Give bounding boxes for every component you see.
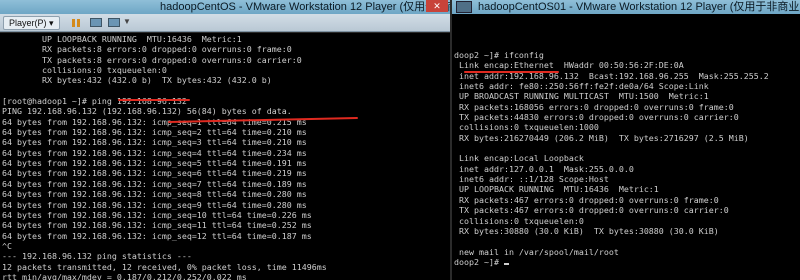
terminal-line: PING 192.168.96.132 (192.168.96.132) 56(… [2, 106, 292, 117]
terminal-line: UP BROADCAST RUNNING MULTICAST MTU:1500 … [454, 91, 709, 102]
terminal-line: RX packets:168056 errors:0 dropped:0 ove… [454, 101, 734, 112]
terminal-cursor [503, 262, 509, 265]
terminal-line: 64 bytes from 192.168.96.132: icmp_seq=1… [2, 220, 312, 231]
toolbar-left: Player(P) ▾ ▼ [0, 14, 450, 32]
terminal-line: doop2 ~]# ifconfig [454, 50, 544, 60]
terminal-line: --- 192.168.96.132 ping statistics --- [2, 251, 192, 262]
terminal-line: [root@hadoop1 ~]# ping 192.168.96.132 [2, 96, 187, 107]
close-icon[interactable]: ✕ [426, 0, 448, 12]
fullscreen-icon[interactable] [108, 18, 120, 27]
terminal-line: 64 bytes from 192.168.96.132: icmp_seq=1… [2, 116, 307, 127]
terminal-line: 64 bytes from 192.168.96.132: icmp_seq=1… [2, 230, 312, 241]
vm-window-right: hadoopCentOS01 - VMware Workstation 12 P… [452, 0, 800, 280]
vm-window-left: hadoopCentOS - VMware Workstation 12 Pla… [0, 0, 450, 280]
terminal-line: 12 packets transmitted, 12 received, 0% … [2, 261, 327, 272]
terminal-line: UP LOOPBACK RUNNING MTU:16436 Metric:1 [2, 34, 242, 44]
annotation-underline-ping [118, 99, 190, 101]
terminal-line: collisions:0 txqueuelen:0 [2, 65, 167, 76]
terminal-line: RX bytes:432 (432.0 b) TX bytes:432 (432… [2, 75, 272, 86]
terminal-line: 64 bytes from 192.168.96.132: icmp_seq=7… [2, 178, 307, 189]
terminal-line: TX packets:44830 errors:0 dropped:0 over… [454, 112, 739, 123]
terminal-line: 64 bytes from 192.168.96.132: icmp_seq=8… [2, 189, 307, 200]
terminal-line: 64 bytes from 192.168.96.132: icmp_seq=2… [2, 127, 307, 138]
terminal-line: TX packets:8 errors:0 dropped:0 overruns… [2, 54, 302, 65]
window-title-right: hadoopCentOS01 - VMware Workstation 12 P… [478, 1, 800, 13]
terminal-line: UP LOOPBACK RUNNING MTU:16436 Metric:1 [454, 184, 659, 195]
terminal-line: 64 bytes from 192.168.96.132: icmp_seq=1… [2, 209, 312, 220]
terminal-right[interactable]: doop2 ~]# ifconfig Link encap:Ethernet H… [452, 14, 800, 280]
terminal-line: Link encap:Ethernet HWaddr 00:50:56:2F:D… [454, 60, 684, 71]
terminal-line: doop2 ~]# [454, 257, 800, 267]
terminal-line: 64 bytes from 192.168.96.132: icmp_seq=5… [2, 158, 307, 169]
terminal-line: 64 bytes from 192.168.96.132: icmp_seq=6… [2, 168, 307, 179]
pause-icon[interactable] [70, 17, 82, 29]
monitor-icon[interactable] [90, 18, 102, 27]
terminal-line: collisions:0 txqueuelen:1000 [454, 122, 599, 133]
chevron-down-icon[interactable]: ▼ [123, 17, 131, 26]
terminal-line: TX packets:467 errors:0 dropped:0 overru… [454, 205, 729, 216]
terminal-line: 64 bytes from 192.168.96.132: icmp_seq=3… [2, 137, 307, 148]
player-menu-button[interactable]: Player(P) ▾ [3, 16, 60, 30]
terminal-line: 64 bytes from 192.168.96.132: icmp_seq=4… [2, 147, 307, 158]
terminal-line: rtt min/avg/max/mdev = 0.187/0.212/0.252… [2, 271, 247, 280]
titlebar-left[interactable]: hadoopCentOS - VMware Workstation 12 Pla… [0, 0, 450, 14]
terminal-line: inet addr:127.0.0.1 Mask:255.0.0.0 [454, 163, 634, 174]
vmware-app-icon [456, 1, 472, 13]
terminal-line: RX bytes:30880 (30.0 KiB) TX bytes:30880… [454, 225, 719, 236]
terminal-line: ^C [2, 240, 12, 251]
terminal-line: Link encap:Local Loopback [454, 153, 584, 164]
terminal-line: inet6 addr: fe80::250:56ff:fe2f:de0a/64 … [454, 81, 709, 92]
terminal-line: new mail in /var/spool/mail/root [454, 246, 619, 257]
annotation-underline-inet [464, 71, 559, 73]
terminal-line: RX packets:467 errors:0 dropped:0 overru… [454, 194, 719, 205]
terminal-line: RX packets:8 errors:0 dropped:0 overruns… [2, 44, 292, 55]
terminal-left[interactable]: UP LOOPBACK RUNNING MTU:16436 Metric:1 R… [0, 33, 450, 280]
terminal-line: 64 bytes from 192.168.96.132: icmp_seq=9… [2, 199, 307, 210]
titlebar-right[interactable]: hadoopCentOS01 - VMware Workstation 12 P… [452, 0, 800, 14]
terminal-line: inet6 addr: ::1/128 Scope:Host [454, 174, 609, 185]
window-title-left: hadoopCentOS - VMware Workstation 12 Pla… [160, 1, 450, 13]
terminal-line: collisions:0 txqueuelen:0 [454, 215, 584, 226]
terminal-line: RX bytes:216270449 (206.2 MiB) TX bytes:… [454, 132, 749, 143]
